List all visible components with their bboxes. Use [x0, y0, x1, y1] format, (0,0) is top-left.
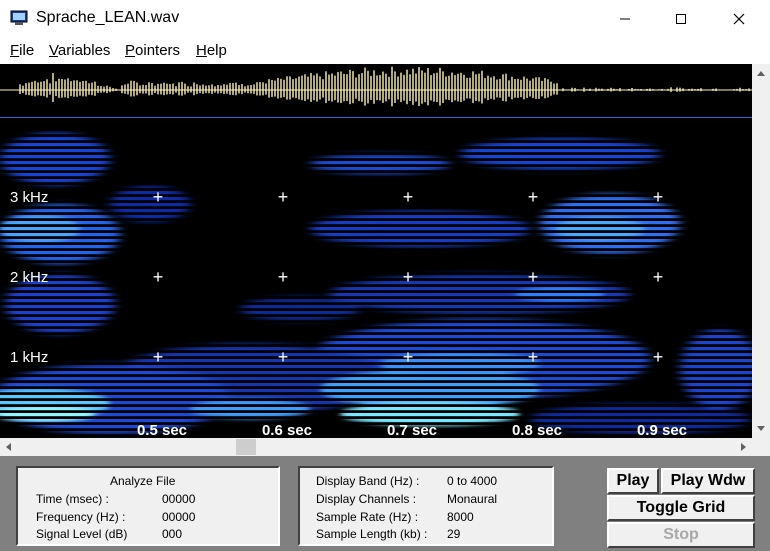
display-band-label: Display Band (Hz) :	[316, 474, 420, 488]
scroll-up-button[interactable]	[757, 71, 765, 76]
scroll-down-button[interactable]	[757, 426, 765, 431]
grid-marker: +	[528, 187, 539, 207]
menu-variables[interactable]: Variables	[49, 42, 110, 59]
frequency-label: Frequency (Hz) :	[36, 510, 126, 524]
sample-length-label: Sample Length (kb) :	[316, 527, 428, 541]
time-label: 0.8 sec	[512, 422, 562, 438]
analyze-panel-title: Analyze File	[110, 474, 176, 488]
grid-marker: +	[653, 267, 664, 287]
signal-level-value: 000	[162, 527, 183, 541]
window-title: Sprache_LEAN.wav	[36, 9, 180, 26]
chevron-right-icon[interactable]	[741, 443, 746, 451]
minimize-button[interactable]	[596, 0, 654, 38]
grid-marker: +	[403, 347, 414, 367]
analyze-panel: Analyze File Time (msec) : 00000 Frequen…	[16, 466, 280, 546]
frequency-value: 00000	[162, 510, 196, 524]
display-channels-value: Monaural	[447, 492, 498, 506]
waveform-pane[interactable]	[0, 64, 752, 118]
menu-file[interactable]: File	[10, 42, 34, 59]
chevron-down-icon	[757, 426, 765, 431]
scrollbar-corner	[752, 438, 770, 456]
spectrogram: + + + + + + + + + + + + + + + 3 kHz 2 kHz 1 kHz 0.5 sec 0…	[0, 119, 760, 438]
horizontal-scroll-track	[18, 439, 734, 455]
toggle-grid-button[interactable]: Toggle Grid	[607, 495, 755, 521]
time-label: 0.7 sec	[387, 422, 437, 438]
sample-rate-value: 8000	[447, 510, 474, 524]
frequency-label: 1 kHz	[10, 349, 48, 366]
grid-marker: +	[653, 347, 664, 367]
grid-marker: +	[153, 347, 164, 367]
play-button[interactable]: Play	[607, 468, 659, 494]
sample-rate-label: Sample Rate (Hz) :	[316, 510, 419, 524]
time-label: Time (msec) :	[36, 492, 109, 506]
grid-marker: +	[403, 267, 414, 287]
time-label: 0.6 sec	[262, 422, 312, 438]
display-info-panel: Display Band (Hz) : 0 to 4000 Display Ch…	[298, 466, 554, 546]
grid-marker: +	[528, 267, 539, 287]
display-band-value: 0 to 4000	[447, 474, 498, 488]
maximize-button[interactable]	[652, 0, 710, 38]
close-icon	[733, 13, 745, 25]
sample-length-value: 29	[447, 527, 461, 541]
time-value: 00000	[162, 492, 196, 506]
menu-help[interactable]: Help	[196, 42, 227, 59]
maximize-icon	[676, 14, 686, 24]
grid-marker: +	[528, 347, 539, 367]
grid-marker: +	[278, 347, 289, 367]
grid-marker: +	[153, 187, 164, 207]
grid-marker: +	[403, 187, 414, 207]
chevron-left-icon[interactable]	[6, 443, 11, 451]
minimize-icon	[620, 18, 630, 20]
vertical-scrollbar[interactable]	[752, 64, 770, 438]
signal-level-label: Signal Level (dB)	[36, 527, 128, 541]
waveform	[0, 66, 752, 118]
display-channels-label: Display Channels :	[316, 492, 417, 506]
time-label: 0.9 sec	[637, 422, 687, 438]
frequency-label: 2 kHz	[10, 269, 48, 286]
stop-button[interactable]: Stop	[607, 522, 755, 548]
waveform-trace	[19, 66, 750, 107]
display-area: + + + + + + + + + + + + + + + 3 kHz 2 kHz 1 kHz 0.5 sec 0…	[0, 64, 770, 438]
close-button[interactable]	[710, 0, 768, 38]
menu-pointers[interactable]: Pointers	[125, 42, 180, 59]
grid-marker: +	[653, 187, 664, 207]
grid-marker: +	[278, 267, 289, 287]
horizontal-scroll-thumb[interactable]	[236, 439, 256, 455]
play-window-button[interactable]: Play Wdw	[661, 468, 755, 494]
grid-marker: +	[278, 187, 289, 207]
frequency-label: 3 kHz	[10, 189, 48, 206]
status-area: Analyze File Time (msec) : 00000 Frequen…	[0, 456, 770, 551]
horizontal-scrollbar[interactable]	[0, 438, 752, 456]
grid-marker: +	[153, 267, 164, 287]
time-label: 0.5 sec	[137, 422, 187, 438]
chevron-up-icon	[757, 71, 765, 76]
menu-bar: File Variables Pointers Help	[0, 38, 770, 64]
app-icon	[10, 10, 28, 26]
vertical-scroll-track	[753, 82, 769, 418]
spectrogram-pane[interactable]: + + + + + + + + + + + + + + + 3 kHz 2 kHz 1 kHz 0.5 sec 0…	[0, 119, 760, 438]
title-bar: Sprache_LEAN.wav	[0, 0, 770, 38]
